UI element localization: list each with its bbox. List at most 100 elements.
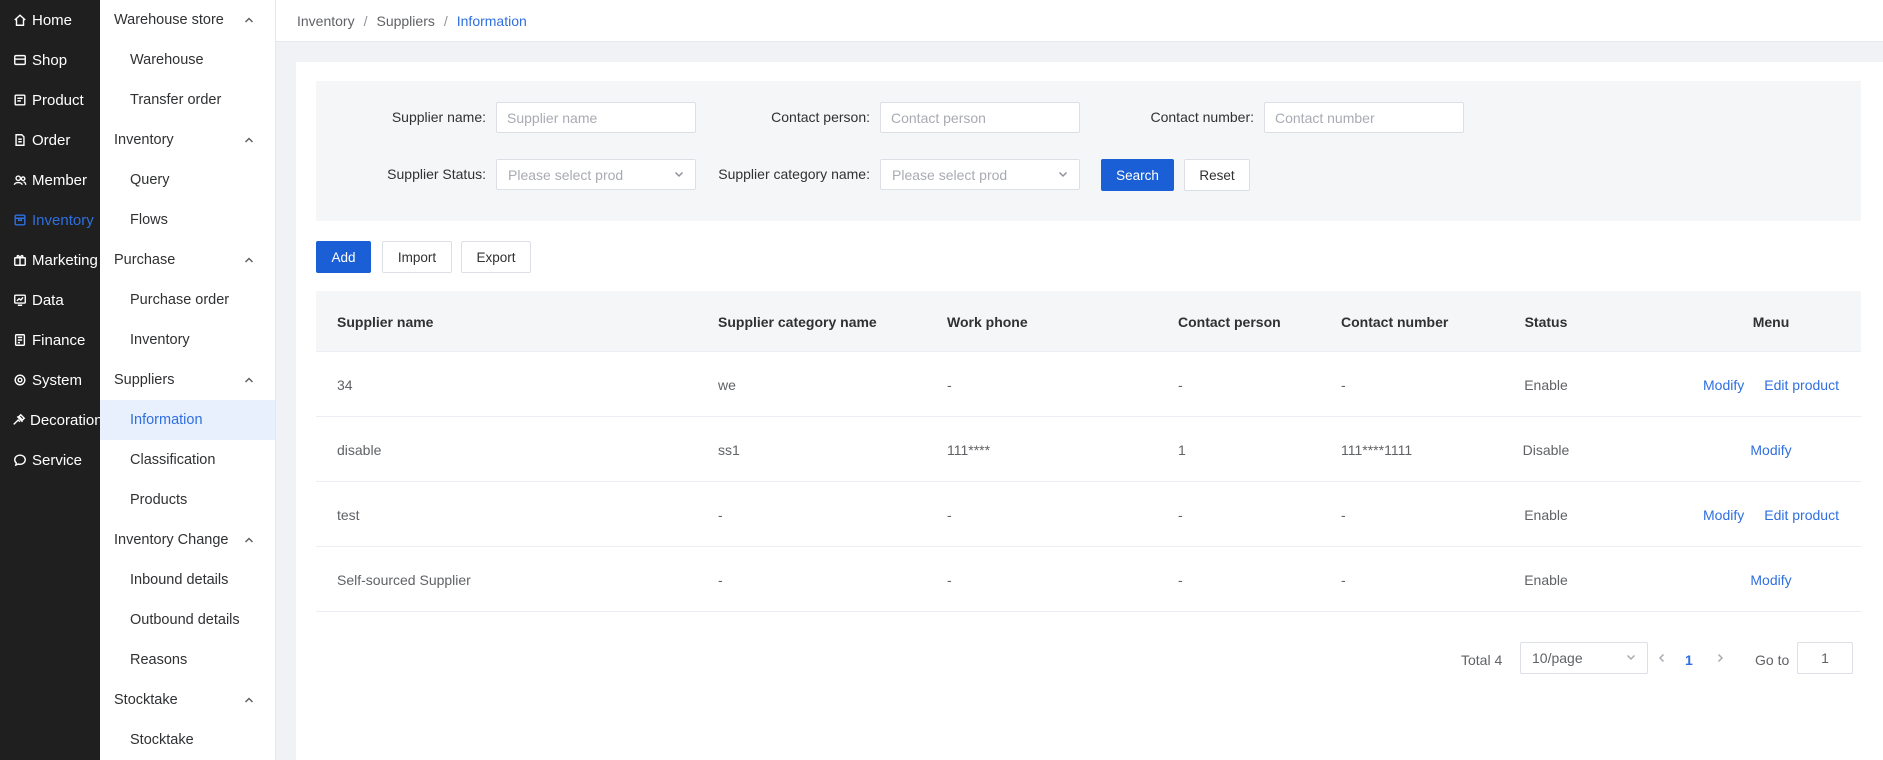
menu-group-label: Inventory [114, 132, 174, 148]
cell-category: we [718, 376, 736, 393]
modify-link[interactable]: Modify [1703, 377, 1744, 393]
menu-group-inventory[interactable]: Inventory [100, 120, 275, 160]
chevron-down-icon [1625, 650, 1637, 666]
column-header-menu: Menu [1752, 313, 1790, 330]
menu-group-purchase[interactable]: Purchase [100, 240, 275, 280]
edit-product-link[interactable]: Edit product [1764, 507, 1839, 523]
nav-item-label: System [32, 371, 83, 389]
contact-number-input[interactable] [1264, 102, 1464, 133]
breadcrumb-information: Information [456, 12, 527, 29]
menu-group-suppliers[interactable]: Suppliers [100, 360, 275, 400]
nav-item-service[interactable]: Service [0, 440, 100, 480]
supplier-status-label: Supplier Status: [387, 166, 486, 182]
chevron-up-icon [243, 534, 255, 546]
filter-panel: Supplier name: Contact person: Contact n… [316, 81, 1861, 221]
cell-contact-number: - [1341, 506, 1346, 523]
nav-item-label: Finance [32, 331, 86, 349]
supplier-name-input[interactable] [496, 102, 696, 133]
breadcrumb-suppliers[interactable]: Suppliers [376, 13, 434, 29]
next-page-button[interactable] [1712, 651, 1728, 667]
menu-item-products[interactable]: Products [100, 480, 275, 520]
cell-status: Disable [1522, 441, 1570, 458]
menu-group-stocktake[interactable]: Stocktake [100, 680, 275, 720]
menu-group-label: Stocktake [114, 692, 178, 708]
nav-item-label: Shop [32, 51, 68, 69]
cell-category: - [718, 571, 723, 588]
chevron-up-icon [243, 134, 255, 146]
chat-icon [12, 452, 28, 468]
nav-item-decoration[interactable]: Decoration [0, 400, 103, 440]
menu-item-reasons[interactable]: Reasons [100, 640, 275, 680]
menu-item-flows[interactable]: Flows [100, 200, 275, 240]
nav-item-member[interactable]: Member [0, 160, 100, 200]
supplier-category-select[interactable]: Please select prod [880, 159, 1080, 190]
cell-actions: Modify Edit product [1656, 482, 1883, 547]
menu-item-transfer-order[interactable]: Transfer order [100, 80, 275, 120]
menu-item-inbound-details[interactable]: Inbound details [100, 560, 275, 600]
edit-product-link[interactable]: Edit product [1764, 377, 1839, 393]
gear-icon [12, 372, 28, 388]
supplier-status-select[interactable]: Please select prod [496, 159, 696, 190]
contact-person-label: Contact person: [771, 109, 870, 125]
order-icon [12, 132, 28, 148]
contact-person-input[interactable] [880, 102, 1080, 133]
nav-item-product[interactable]: Product [0, 80, 100, 120]
decoration-icon [12, 412, 26, 428]
nav-item-finance[interactable]: Finance [0, 320, 100, 360]
reset-button[interactable]: Reset [1184, 159, 1250, 191]
product-icon [12, 92, 28, 108]
import-button[interactable]: Import [382, 241, 452, 273]
prev-page-button[interactable] [1654, 651, 1670, 667]
inventory-icon [12, 212, 28, 228]
menu-group-label: Purchase [114, 252, 176, 268]
menu-group-inventory-change[interactable]: Inventory Change [100, 520, 275, 560]
menu-item-stocktake[interactable]: Stocktake [100, 720, 275, 760]
supplier-table: Supplier name Supplier category name Wor… [316, 291, 1861, 612]
modify-link[interactable]: Modify [1750, 442, 1791, 458]
column-header-status: Status [1524, 313, 1568, 330]
nav-item-inventory[interactable]: Inventory [0, 200, 100, 240]
breadcrumb-separator: / [363, 12, 368, 29]
column-header-supplier-name: Supplier name [337, 313, 434, 330]
chevron-up-icon [243, 374, 255, 386]
menu-item-information[interactable]: Information [100, 400, 275, 440]
cell-actions: Modify [1656, 417, 1883, 482]
data-icon [12, 292, 28, 308]
page-number-current[interactable]: 1 [1685, 643, 1693, 676]
export-button[interactable]: Export [461, 241, 531, 273]
nav-item-home[interactable]: Home [0, 0, 100, 40]
menu-item-purchase-order[interactable]: Purchase order [100, 280, 275, 320]
modify-link[interactable]: Modify [1750, 572, 1791, 588]
cell-contact-number: - [1341, 376, 1346, 393]
nav-item-data[interactable]: Data [0, 280, 100, 320]
menu-item-outbound-details[interactable]: Outbound details [100, 600, 275, 640]
cell-category: ss1 [718, 441, 740, 458]
nav-item-system[interactable]: System [0, 360, 100, 400]
cell-supplier-name: test [337, 506, 360, 523]
cell-work-phone: - [947, 571, 952, 588]
shop-icon [12, 52, 28, 68]
modify-link[interactable]: Modify [1703, 507, 1744, 523]
menu-group-warehouse-store[interactable]: Warehouse store [100, 0, 275, 40]
nav-item-label: Member [32, 171, 88, 189]
main-area: Inventory / Suppliers / Information Supp… [276, 0, 1883, 760]
menu-item-query[interactable]: Query [100, 160, 275, 200]
cell-contact-person: - [1178, 376, 1183, 393]
breadcrumb-separator: / [443, 12, 448, 29]
menu-item-classification[interactable]: Classification [100, 440, 275, 480]
select-placeholder: Please select prod [892, 166, 1008, 183]
goto-page-input[interactable] [1797, 642, 1853, 674]
menu-item-purchase-inventory[interactable]: Inventory [100, 320, 275, 360]
menu-item-warehouse[interactable]: Warehouse [100, 40, 275, 80]
nav-item-label: Home [32, 11, 73, 29]
goto-label: Go to [1755, 651, 1790, 668]
page-size-select[interactable]: 10/page [1520, 642, 1648, 674]
breadcrumb-inventory[interactable]: Inventory [297, 13, 355, 29]
nav-item-shop[interactable]: Shop [0, 40, 100, 80]
nav-item-label: Marketing [32, 251, 98, 269]
nav-item-marketing[interactable]: Marketing [0, 240, 100, 280]
add-button[interactable]: Add [316, 241, 371, 273]
nav-item-order[interactable]: Order [0, 120, 100, 160]
search-button[interactable]: Search [1101, 159, 1174, 191]
chevron-left-icon [1656, 651, 1668, 667]
